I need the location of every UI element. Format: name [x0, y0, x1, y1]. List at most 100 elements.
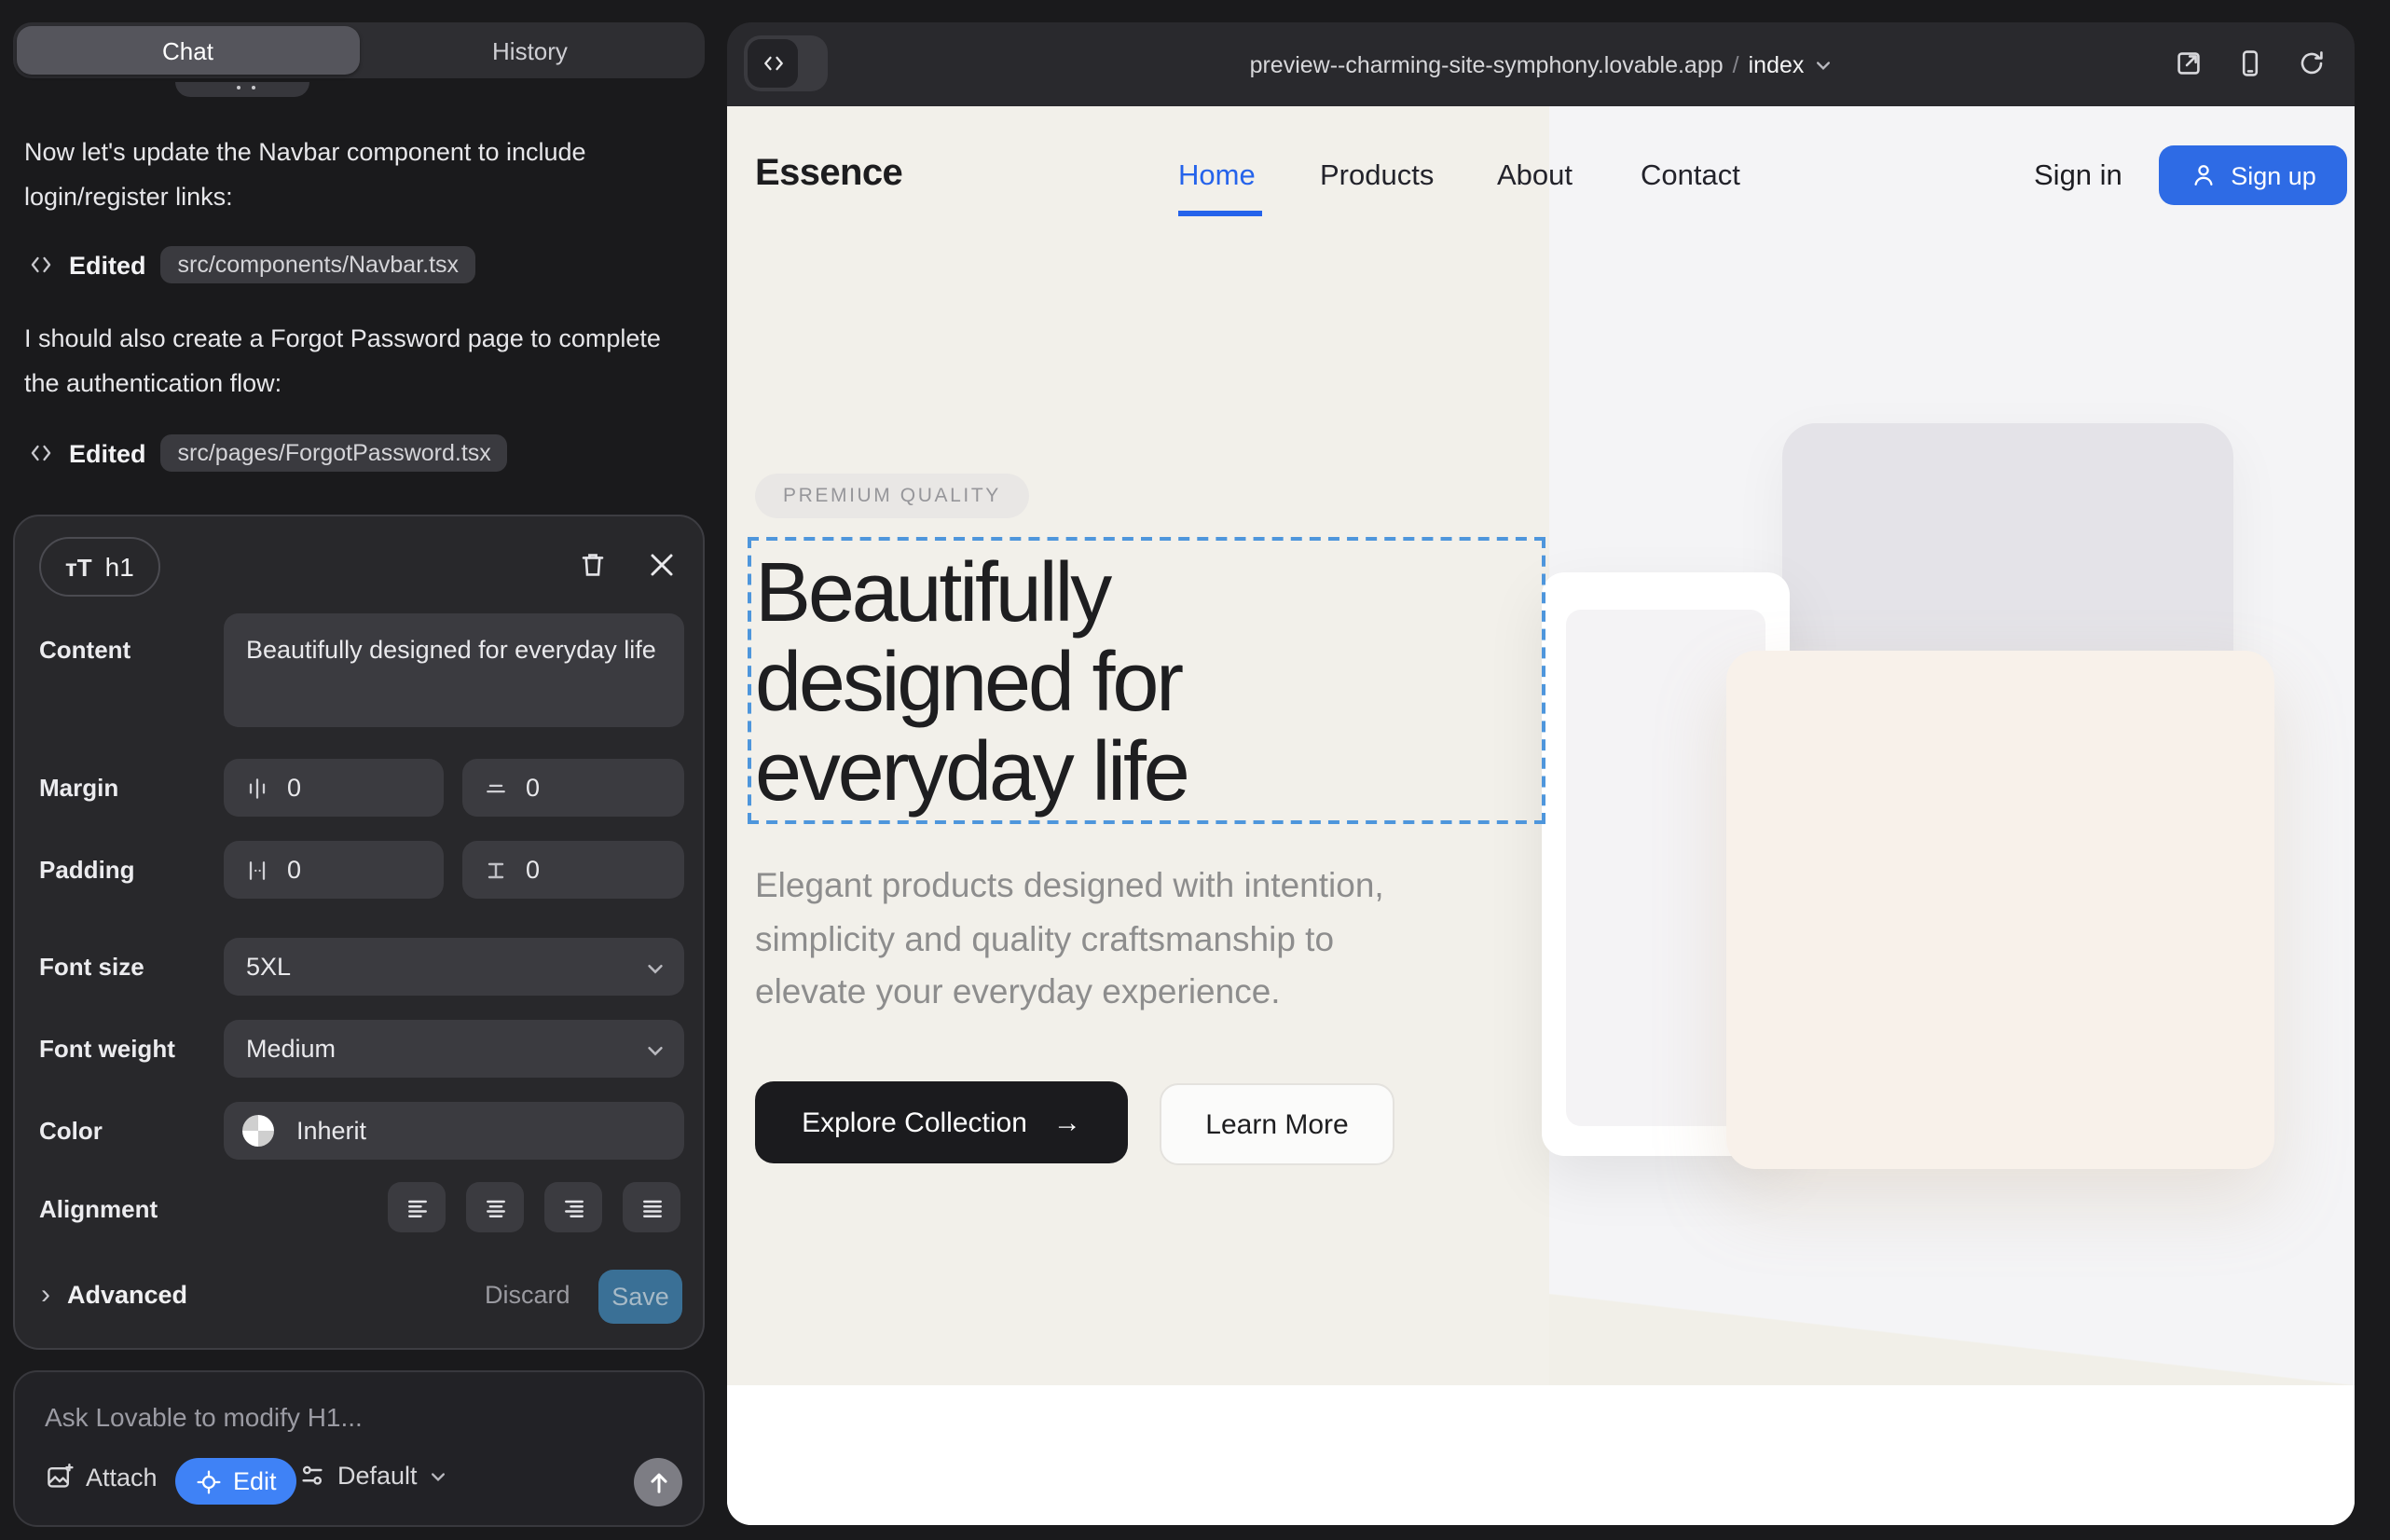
chat-message: I should also create a Forgot Password p… — [24, 317, 699, 405]
padding-y-input[interactable]: 0 — [462, 841, 684, 899]
align-center-button[interactable] — [466, 1182, 524, 1232]
url-host: preview--charming-site-symphony.lovable.… — [1250, 51, 1724, 77]
file-chip[interactable]: src/pages/ForgotPassword.tsx — [161, 434, 508, 472]
nav-link-about[interactable]: About — [1497, 160, 1573, 194]
refresh-icon[interactable] — [2295, 47, 2328, 80]
chevron-down-icon — [645, 1039, 666, 1060]
arrow-right-icon: → — [1053, 1107, 1081, 1138]
content-textarea[interactable]: Beautifully designed for everyday life — [224, 613, 684, 727]
edited-file-row[interactable]: Edited src/components/Navbar.tsx — [28, 244, 475, 285]
preview-window: preview--charming-site-symphony.lovable.… — [727, 22, 2355, 1525]
active-nav-underline — [1178, 211, 1262, 215]
discard-button[interactable]: Discard — [485, 1281, 570, 1309]
nav-link-contact[interactable]: Contact — [1641, 160, 1740, 194]
margin-label: Margin — [39, 774, 118, 802]
nav-link-home[interactable]: Home — [1178, 160, 1256, 194]
font-weight-label: Font weight — [39, 1035, 175, 1063]
target-icon — [196, 1468, 222, 1494]
margin-horizontal-icon — [244, 775, 270, 801]
padding-vertical-icon — [483, 857, 509, 883]
section-below-hero — [727, 1385, 2355, 1525]
color-swatch-icon — [242, 1115, 274, 1147]
default-label: Default — [337, 1462, 418, 1490]
file-chip[interactable]: src/components/Navbar.tsx — [161, 246, 476, 283]
scrolled-chip-fragment — [175, 82, 309, 97]
content-label: Content — [39, 636, 130, 664]
padding-y-value: 0 — [526, 856, 540, 884]
chevron-down-icon — [1813, 55, 1832, 74]
chat-message: Now let's update the Navbar component to… — [24, 131, 699, 218]
url-bar[interactable]: preview--charming-site-symphony.lovable.… — [727, 22, 2355, 106]
screenshot-stage: Chat History Now let's update the Navbar… — [0, 0, 2390, 1540]
selected-element-tag: тT h1 — [39, 537, 160, 597]
default-model-select[interactable]: Default — [298, 1462, 447, 1490]
signin-link[interactable]: Sign in — [2034, 160, 2122, 194]
tab-chat[interactable]: Chat — [17, 26, 359, 75]
tab-history[interactable]: History — [359, 26, 701, 75]
image-plus-icon — [45, 1462, 75, 1492]
signup-label: Sign up — [2231, 161, 2316, 189]
element-editor-panel: тT h1 Content Beautifully designed for e… — [13, 515, 705, 1350]
hero-paragraph: Elegant products designed with intention… — [755, 859, 1384, 1019]
font-size-select[interactable]: 5XL — [224, 938, 684, 996]
chevron-right-icon: › — [41, 1279, 50, 1311]
send-button[interactable] — [634, 1458, 682, 1506]
edited-label: Edited — [69, 439, 146, 467]
font-size-value: 5XL — [246, 953, 291, 981]
tag-name: h1 — [105, 552, 134, 582]
sidebar-tabbar: Chat History — [13, 22, 705, 78]
alignment-label: Alignment — [39, 1195, 158, 1223]
font-weight-select[interactable]: Medium — [224, 1020, 684, 1078]
nav-link-products[interactable]: Products — [1320, 160, 1434, 194]
site-logo[interactable]: Essence — [755, 153, 902, 196]
premium-quality-badge: PREMIUM QUALITY — [755, 474, 1029, 518]
align-right-button[interactable] — [544, 1182, 602, 1232]
edited-label: Edited — [69, 251, 146, 279]
code-icon — [28, 440, 54, 466]
explore-collection-button[interactable]: Explore Collection → — [755, 1081, 1128, 1163]
color-select[interactable]: Inherit — [224, 1102, 684, 1160]
align-left-button[interactable] — [388, 1182, 446, 1232]
advanced-toggle[interactable]: › Advanced — [41, 1279, 187, 1311]
prompt-box: Ask Lovable to modify H1... Attach Edit — [13, 1370, 705, 1527]
margin-x-input[interactable]: 0 — [224, 759, 444, 817]
browser-actions — [2172, 47, 2328, 80]
save-button[interactable]: Save — [598, 1270, 682, 1324]
align-justify-button[interactable] — [623, 1182, 680, 1232]
edit-label: Edit — [233, 1467, 277, 1495]
close-panel-icon[interactable] — [638, 541, 686, 589]
edit-mode-button[interactable]: Edit — [175, 1458, 297, 1505]
paragraph-line: elevate your everyday experience. — [755, 966, 1384, 1019]
attach-label: Attach — [86, 1463, 158, 1491]
margin-y-value: 0 — [526, 774, 540, 802]
signup-button[interactable]: Sign up — [2159, 145, 2347, 205]
font-weight-value: Medium — [246, 1035, 336, 1063]
margin-y-input[interactable]: 0 — [462, 759, 684, 817]
url-page: index — [1749, 51, 1805, 77]
chevron-down-icon — [429, 1466, 447, 1485]
decorative-wedge — [1549, 1294, 2355, 1385]
margin-x-value: 0 — [287, 774, 301, 802]
chevron-down-icon — [645, 957, 666, 978]
attach-button[interactable]: Attach — [45, 1462, 158, 1492]
explore-label: Explore Collection — [802, 1107, 1027, 1138]
edited-file-row[interactable]: Edited src/pages/ForgotPassword.tsx — [28, 433, 508, 474]
advanced-label: Advanced — [67, 1281, 187, 1309]
delete-element-button[interactable] — [569, 541, 617, 589]
padding-x-input[interactable]: 0 — [224, 841, 444, 899]
mobile-view-icon[interactable] — [2233, 47, 2267, 80]
prompt-input[interactable]: Ask Lovable to modify H1... — [45, 1402, 363, 1432]
padding-horizontal-icon — [244, 857, 270, 883]
element-selection-outline[interactable] — [748, 537, 1545, 824]
lovable-app: Chat History Now let's update the Navbar… — [0, 0, 2390, 1540]
text-type-icon: тT — [65, 553, 92, 581]
url-separator: / — [1733, 51, 1739, 77]
user-icon — [2190, 162, 2216, 188]
padding-label: Padding — [39, 856, 135, 884]
code-icon — [28, 252, 54, 278]
arrow-up-icon — [646, 1470, 670, 1494]
learn-more-button[interactable]: Learn More — [1160, 1083, 1394, 1165]
open-external-icon[interactable] — [2172, 47, 2205, 80]
site-canvas: Essence Home Products About Contact Sign… — [727, 106, 2355, 1525]
decorative-card-beige — [1726, 651, 2274, 1169]
